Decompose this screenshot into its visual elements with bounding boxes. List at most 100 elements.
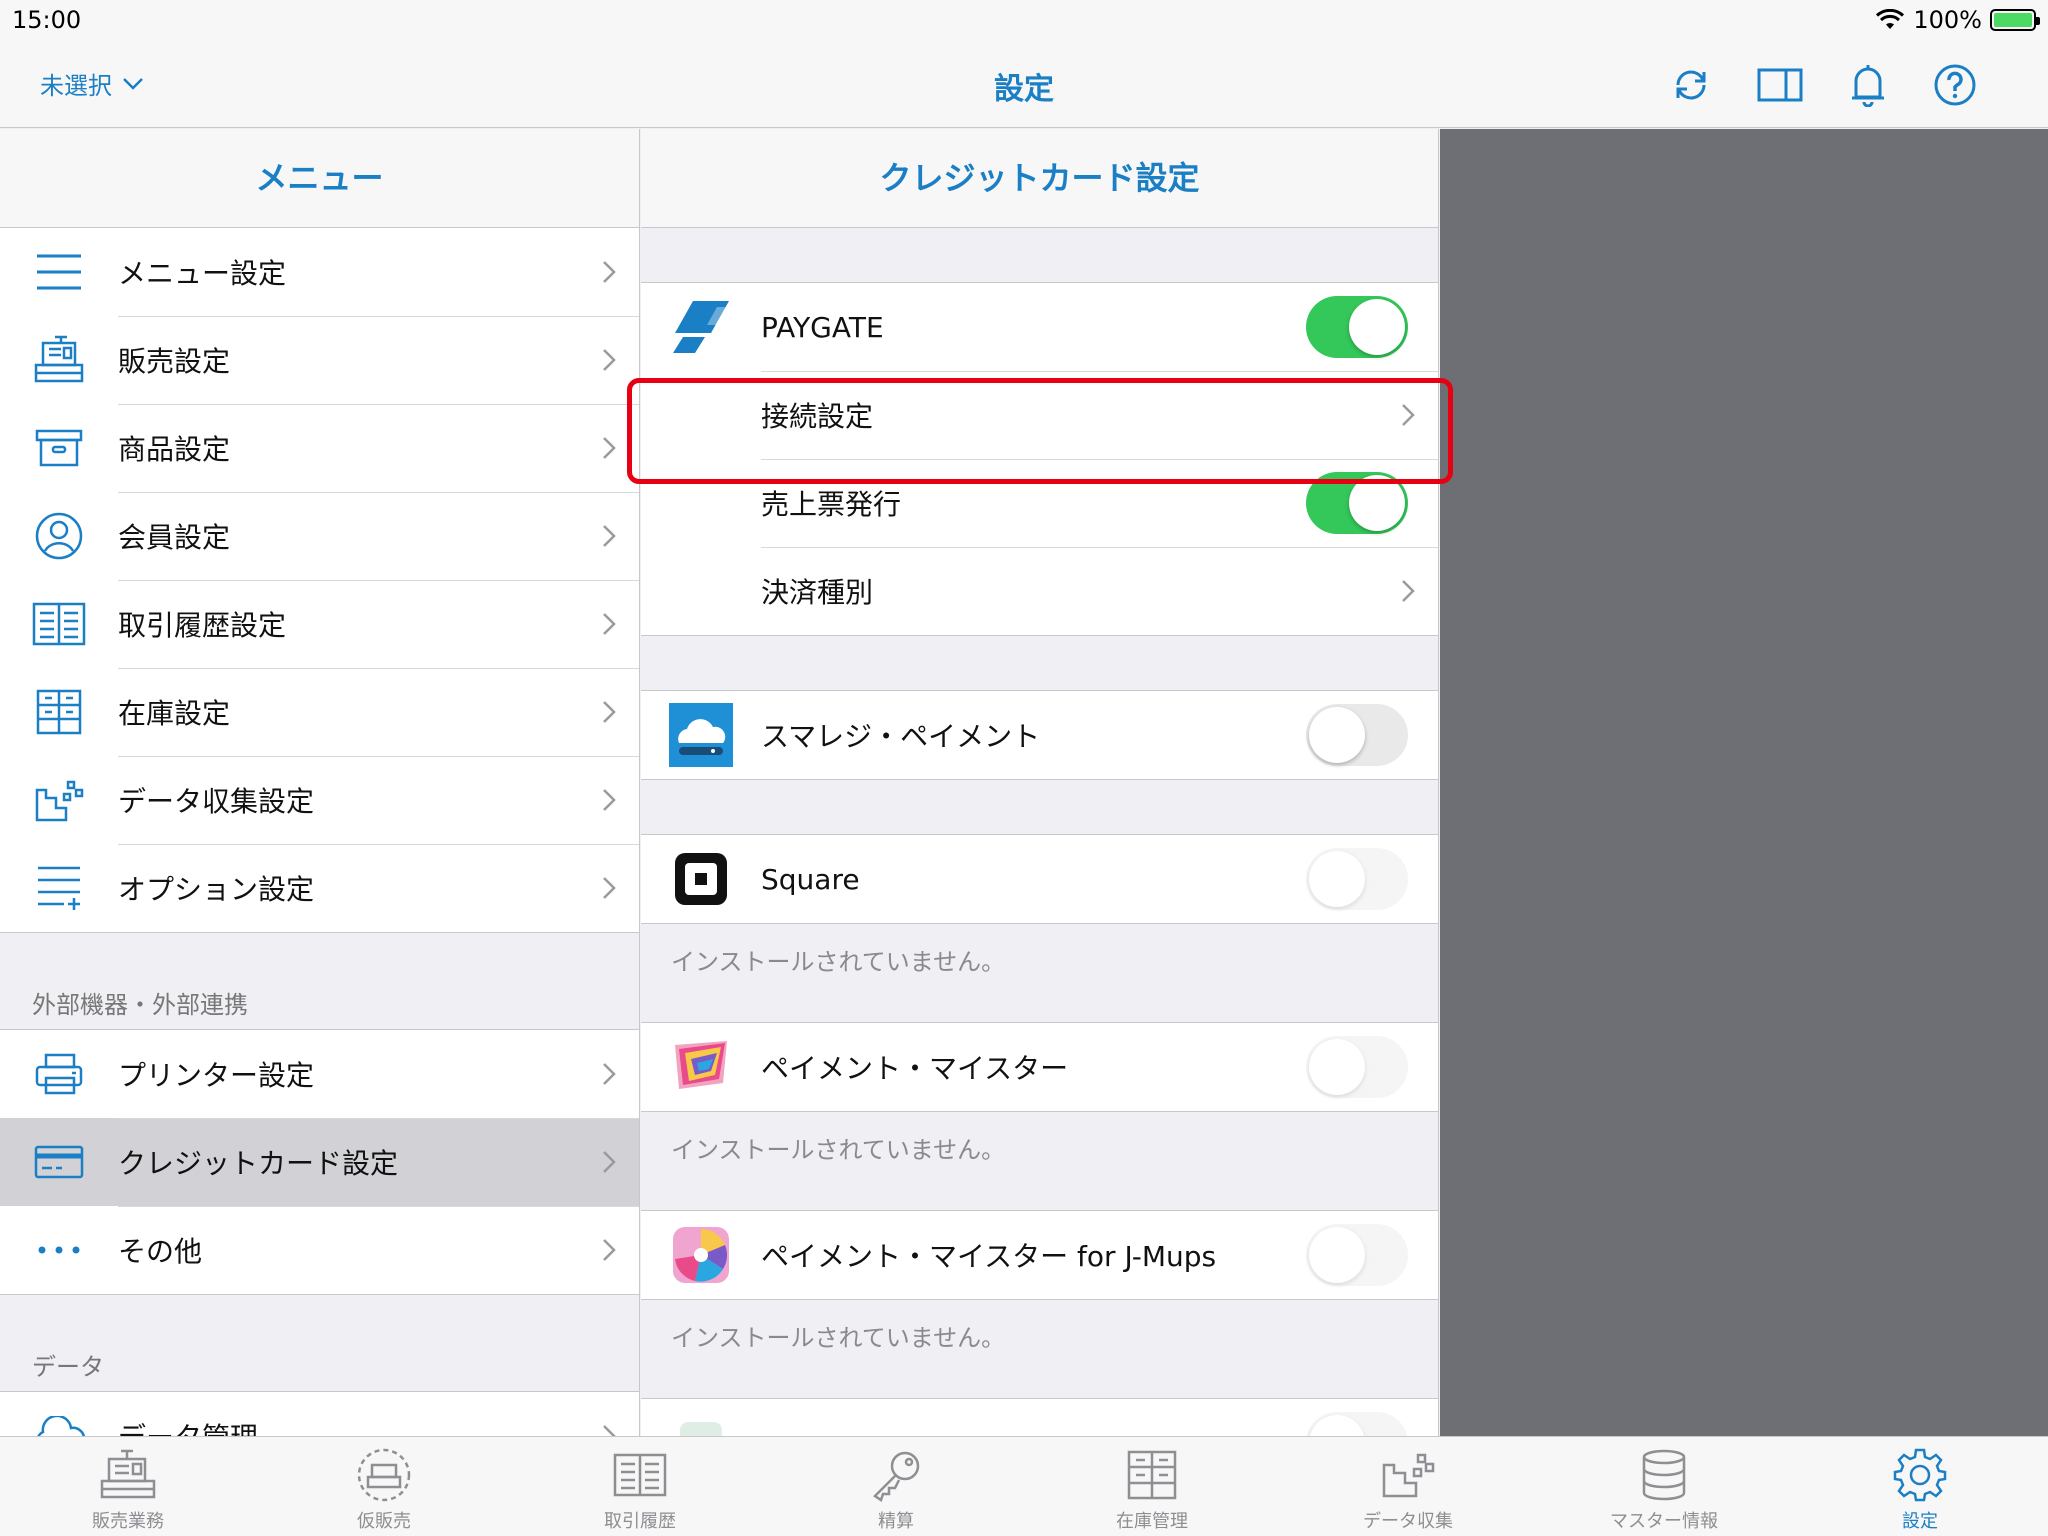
menu-item-label: オプション設定 <box>118 873 315 906</box>
square-logo-icon <box>641 835 761 923</box>
register-icon <box>0 316 118 404</box>
chevron-right-icon <box>579 788 639 812</box>
chevron-right-icon <box>579 524 639 548</box>
chevron-right-icon <box>579 612 639 636</box>
tab-history[interactable]: 取引履歴 <box>512 1437 768 1536</box>
battery-icon <box>1990 9 2040 31</box>
status-bar: 15:00 100% <box>0 0 2048 40</box>
menu-item-label: メニュー設定 <box>118 257 287 290</box>
menu-item-credit-card-settings[interactable]: クレジットカード設定 <box>0 1118 639 1206</box>
nav-bar: 未選択 設定 <box>0 40 2048 128</box>
menu-panel: メニュー メニュー設定 販売設定 商品設定 会員設定 取引履歴設定 在庫設定 デ… <box>0 129 640 1436</box>
payment-meister-row: ペイメント・マイスター <box>641 1023 1438 1111</box>
tab-sales[interactable]: 販売業務 <box>0 1437 256 1536</box>
smaregi-payment-logo-icon <box>641 691 761 779</box>
detail-more-group <box>641 1398 1438 1436</box>
split-view-icon[interactable] <box>1755 60 1805 110</box>
payment-meister-logo-icon <box>641 1023 761 1111</box>
chevron-right-icon <box>579 1238 639 1262</box>
printer-icon <box>0 1030 118 1118</box>
payment-meister-jmups-group: ペイメント・マイスター for J-Mups <box>641 1210 1438 1300</box>
chevron-right-icon <box>579 1062 639 1086</box>
menu-item-menu-settings[interactable]: メニュー設定 <box>0 228 639 316</box>
smaregi-payment-row: スマレジ・ペイメント <box>641 691 1438 779</box>
menu-item-other[interactable]: その他 <box>0 1206 639 1294</box>
list-icon <box>0 228 118 316</box>
tab-settlement[interactable]: 精算 <box>768 1437 1024 1536</box>
menu-item-label: クレジットカード設定 <box>118 1147 399 1180</box>
connection-settings-label: 接続設定 <box>761 400 874 433</box>
tab-settings[interactable]: 設定 <box>1792 1437 2048 1536</box>
menu-item-stock-settings[interactable]: 在庫設定 <box>0 668 639 756</box>
menu-item-data-management[interactable]: データ管理 <box>0 1392 639 1436</box>
menu-item-member-settings[interactable]: 会員設定 <box>0 492 639 580</box>
chevron-right-icon <box>579 1150 639 1174</box>
provider-toggle[interactable] <box>1306 1412 1408 1436</box>
menu-group-main: メニュー設定 販売設定 商品設定 会員設定 取引履歴設定 在庫設定 データ収集設… <box>0 228 639 933</box>
menu-item-label: データ管理 <box>118 1416 579 1436</box>
paygate-row: PAYGATE <box>641 283 1438 371</box>
bell-icon[interactable] <box>1843 60 1893 110</box>
menu-header: メニュー <box>0 129 639 228</box>
menu-item-label: その他 <box>118 1235 203 1268</box>
receipt-issue-toggle[interactable] <box>1306 472 1408 534</box>
list-plus-icon <box>0 844 118 932</box>
gear-icon <box>1890 1445 1950 1505</box>
tab-label: 仮販売 <box>357 1511 411 1532</box>
square-not-installed-note: インストールされていません。 <box>671 948 1006 976</box>
menu-item-label: プリンター設定 <box>118 1059 315 1092</box>
menu-item-product-settings[interactable]: 商品設定 <box>0 404 639 492</box>
status-right: 100% <box>1875 6 2040 34</box>
menu-item-printer-settings[interactable]: プリンター設定 <box>0 1030 639 1118</box>
help-icon[interactable] <box>1930 60 1980 110</box>
section-label-external: 外部機器・外部連携 <box>32 991 248 1019</box>
payment-meister-label: ペイメント・マイスター <box>761 1052 1069 1085</box>
chevron-right-icon <box>579 1424 639 1436</box>
square-toggle[interactable] <box>1306 848 1408 910</box>
wifi-icon <box>1876 9 1905 29</box>
tab-label: マスター情報 <box>1610 1511 1718 1532</box>
menu-item-history-settings[interactable]: 取引履歴設定 <box>0 580 639 668</box>
menu-item-label: 取引履歴設定 <box>118 609 287 642</box>
tab-data-collection[interactable]: データ収集 <box>1280 1437 1536 1536</box>
menu-item-label: 商品設定 <box>118 433 231 466</box>
smaregi-payment-toggle[interactable] <box>1306 704 1408 766</box>
chevron-right-icon <box>579 436 639 460</box>
shelf-icon <box>0 668 118 756</box>
payment-meister-jmups-label: ペイメント・マイスター for J-Mups <box>761 1240 1217 1273</box>
tab-label: データ収集 <box>1363 1511 1453 1532</box>
tab-label: 精算 <box>878 1511 914 1532</box>
menu-item-data-settings[interactable]: データ収集設定 <box>0 756 639 844</box>
more-icon <box>0 1206 118 1294</box>
shelf-icon <box>1122 1445 1182 1505</box>
tab-label: 設定 <box>1902 1511 1938 1532</box>
tab-label: 販売業務 <box>92 1511 164 1532</box>
connection-settings-row[interactable]: 接続設定 <box>641 371 1438 459</box>
payment-meister-jmups-logo-icon <box>641 1211 761 1299</box>
tab-master-info[interactable]: マスター情報 <box>1536 1437 1792 1536</box>
payment-meister-jmups-row: ペイメント・マイスター for J-Mups <box>641 1211 1438 1299</box>
menu-item-label: データ収集設定 <box>118 785 315 818</box>
payment-meister-toggle[interactable] <box>1306 1036 1408 1098</box>
paygate-toggle[interactable] <box>1306 296 1408 358</box>
square-row: Square <box>641 835 1438 923</box>
chevron-right-icon <box>1378 403 1438 427</box>
menu-item-option-settings[interactable]: オプション設定 <box>0 844 639 932</box>
payment-meister-jmups-toggle[interactable] <box>1306 1224 1408 1286</box>
side-panel-backdrop <box>1440 129 2048 1436</box>
tab-stock[interactable]: 在庫管理 <box>1024 1437 1280 1536</box>
key-icon <box>866 1445 926 1505</box>
menu-group-external: プリンター設定 クレジットカード設定 その他 <box>0 1029 639 1295</box>
menu-item-sales-settings[interactable]: 販売設定 <box>0 316 639 404</box>
payment-type-row[interactable]: 決済種別 <box>641 547 1438 635</box>
tab-temp-sale[interactable]: 仮販売 <box>256 1437 512 1536</box>
chevron-right-icon <box>579 700 639 724</box>
tab-label: 在庫管理 <box>1116 1511 1188 1532</box>
refresh-icon[interactable] <box>1666 60 1716 110</box>
payment-meister-jmups-not-installed-note: インストールされていません。 <box>671 1324 1006 1352</box>
detail-partial-row <box>641 1399 1438 1436</box>
battery-percent: 100% <box>1913 6 1982 34</box>
person-icon <box>0 492 118 580</box>
section-label-data: データ <box>32 1353 104 1381</box>
cloud-icon <box>0 1392 118 1436</box>
